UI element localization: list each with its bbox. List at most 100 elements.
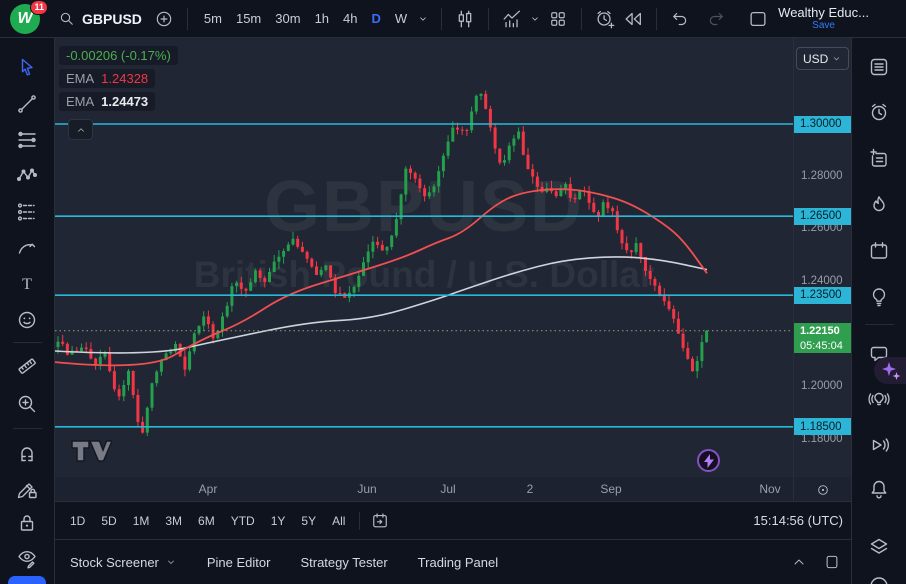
chart-style-button[interactable] [451, 5, 479, 33]
zoom-in-tool-button[interactable] [10, 389, 44, 419]
interval-4h[interactable]: 4h [336, 11, 364, 26]
app-logo[interactable]: W 11 [10, 2, 44, 36]
magnet-mode-button[interactable] [10, 438, 44, 468]
currency-selector[interactable]: USD [796, 47, 849, 70]
time-label: 2 [510, 482, 550, 496]
object-tree-button[interactable] [862, 532, 896, 562]
range-bar-divider [359, 512, 360, 530]
layout-thumbnail-button[interactable] [744, 5, 772, 33]
redo-button[interactable] [702, 5, 730, 33]
pattern-tool-button[interactable] [10, 161, 44, 191]
text-notes-button[interactable] [862, 144, 896, 174]
streams-button[interactable] [862, 430, 896, 460]
save-layout-link[interactable]: Save [778, 20, 869, 31]
hide-drawings-button[interactable] [10, 543, 44, 573]
time-label: Sep [591, 482, 631, 496]
interval-5m[interactable]: 5m [197, 11, 229, 26]
indicators-button[interactable] [498, 5, 526, 33]
drawing-toolbar: T [0, 38, 55, 584]
tab-strategy-tester[interactable]: Strategy Tester [300, 555, 387, 570]
tradingview-logo[interactable] [70, 438, 112, 469]
interval-menu-button[interactable] [414, 5, 432, 33]
time-axis[interactable]: AprJunJul2SepNov [55, 477, 851, 502]
range-all[interactable]: All [324, 514, 353, 528]
create-alert-button[interactable] [591, 5, 619, 33]
chevron-down-icon [416, 12, 430, 26]
range-1y[interactable]: 1Y [263, 514, 294, 528]
drawing-mode-lock-button[interactable] [10, 474, 44, 504]
range-1d[interactable]: 1D [62, 514, 93, 528]
help-circle-icon [867, 570, 891, 584]
currency-label: USD [803, 52, 828, 66]
toolbar-divider [13, 342, 42, 343]
maximize-panel-button[interactable] [823, 553, 841, 571]
lock-all-drawings-button[interactable] [10, 508, 44, 538]
layout-name-save[interactable]: Wealthy Educ... Save [778, 6, 869, 31]
text-icon: T [15, 272, 39, 296]
trend-line-tool-button[interactable] [10, 89, 44, 119]
bar-replay-button[interactable] [619, 5, 647, 33]
go-to-date-button[interactable] [366, 507, 394, 535]
calendar-icon [867, 239, 891, 263]
utc-clock[interactable]: 15:14:56 (UTC) [753, 513, 843, 528]
current-price-label: 1.2215005:45:04 [794, 323, 852, 353]
range-1m[interactable]: 1M [125, 514, 158, 528]
cursor-tool-button[interactable] [10, 52, 44, 82]
layout-grid-button[interactable] [544, 5, 572, 33]
brush-tool-button[interactable] [10, 233, 44, 263]
measure-tool-button[interactable] [10, 351, 44, 381]
replay-icon [622, 8, 644, 30]
time-label: Jul [428, 482, 468, 496]
hotlists-button[interactable] [862, 190, 896, 220]
ai-assistant-button[interactable] [874, 357, 906, 384]
cursor-arrow-icon [15, 55, 39, 79]
boost-button[interactable] [697, 449, 720, 472]
indicators-menu-button[interactable] [526, 5, 544, 33]
range-5d[interactable]: 5D [93, 514, 124, 528]
interval-15m[interactable]: 15m [229, 11, 268, 26]
ema-fast-legend-row[interactable]: EMA1.24328 [59, 69, 155, 88]
notifications-button[interactable] [862, 474, 896, 504]
alerts-button[interactable] [862, 97, 896, 127]
legend-collapse-button[interactable] [68, 119, 93, 140]
ideas-stream-button[interactable] [862, 384, 896, 414]
interval-30m[interactable]: 30m [268, 11, 307, 26]
watchlist-icon [867, 55, 891, 79]
range-ytd[interactable]: YTD [223, 514, 263, 528]
tab-pine-editor[interactable]: Pine Editor [207, 555, 271, 570]
price-axis[interactable]: USD 1.300001.280001.265001.260001.240001… [793, 38, 851, 477]
ema-slow-legend-row[interactable]: EMA1.24473 [59, 92, 155, 111]
interval-1w[interactable]: W [388, 11, 414, 26]
price-tick: 1.20000 [801, 380, 843, 392]
axis-settings-button[interactable] [793, 477, 851, 502]
fib-retracement-tool-button[interactable] [10, 125, 44, 155]
fib-lines-icon [15, 128, 39, 152]
range-5y[interactable]: 5Y [293, 514, 324, 528]
price-tick: 1.24000 [801, 275, 843, 287]
calendar-goto-icon [370, 511, 390, 531]
help-button[interactable] [862, 567, 896, 584]
ideas-button[interactable] [862, 282, 896, 312]
price-level-label: 1.26500 [794, 208, 852, 225]
tab-stock-screener[interactable]: Stock Screener [70, 555, 177, 570]
symbol-search[interactable]: GBPUSD [58, 10, 142, 28]
interval-1d-active[interactable]: D [365, 11, 388, 26]
compare-add-symbol-button[interactable] [150, 5, 178, 33]
range-6m[interactable]: 6M [190, 514, 223, 528]
forecast-tool-button[interactable] [10, 197, 44, 227]
watchlist-button[interactable] [862, 52, 896, 82]
interval-1h[interactable]: 1h [308, 11, 336, 26]
symbol-name: GBPUSD [82, 11, 142, 27]
text-tool-button[interactable]: T [10, 269, 44, 299]
undo-button[interactable] [666, 5, 694, 33]
time-label: Jun [347, 482, 387, 496]
ema-slow-value: 1.24473 [101, 94, 148, 109]
expand-panel-button[interactable] [791, 554, 807, 570]
top-toolbar: W 11 GBPUSD 5m 15m 30m 1h 4h D W [0, 0, 906, 38]
tab-trading-panel[interactable]: Trading Panel [418, 555, 498, 570]
alarm-clock-icon [867, 100, 891, 124]
calendar-button[interactable] [862, 236, 896, 266]
toolbar-divider [441, 8, 442, 30]
range-3m[interactable]: 3M [157, 514, 190, 528]
emoji-tool-button[interactable] [10, 305, 44, 335]
